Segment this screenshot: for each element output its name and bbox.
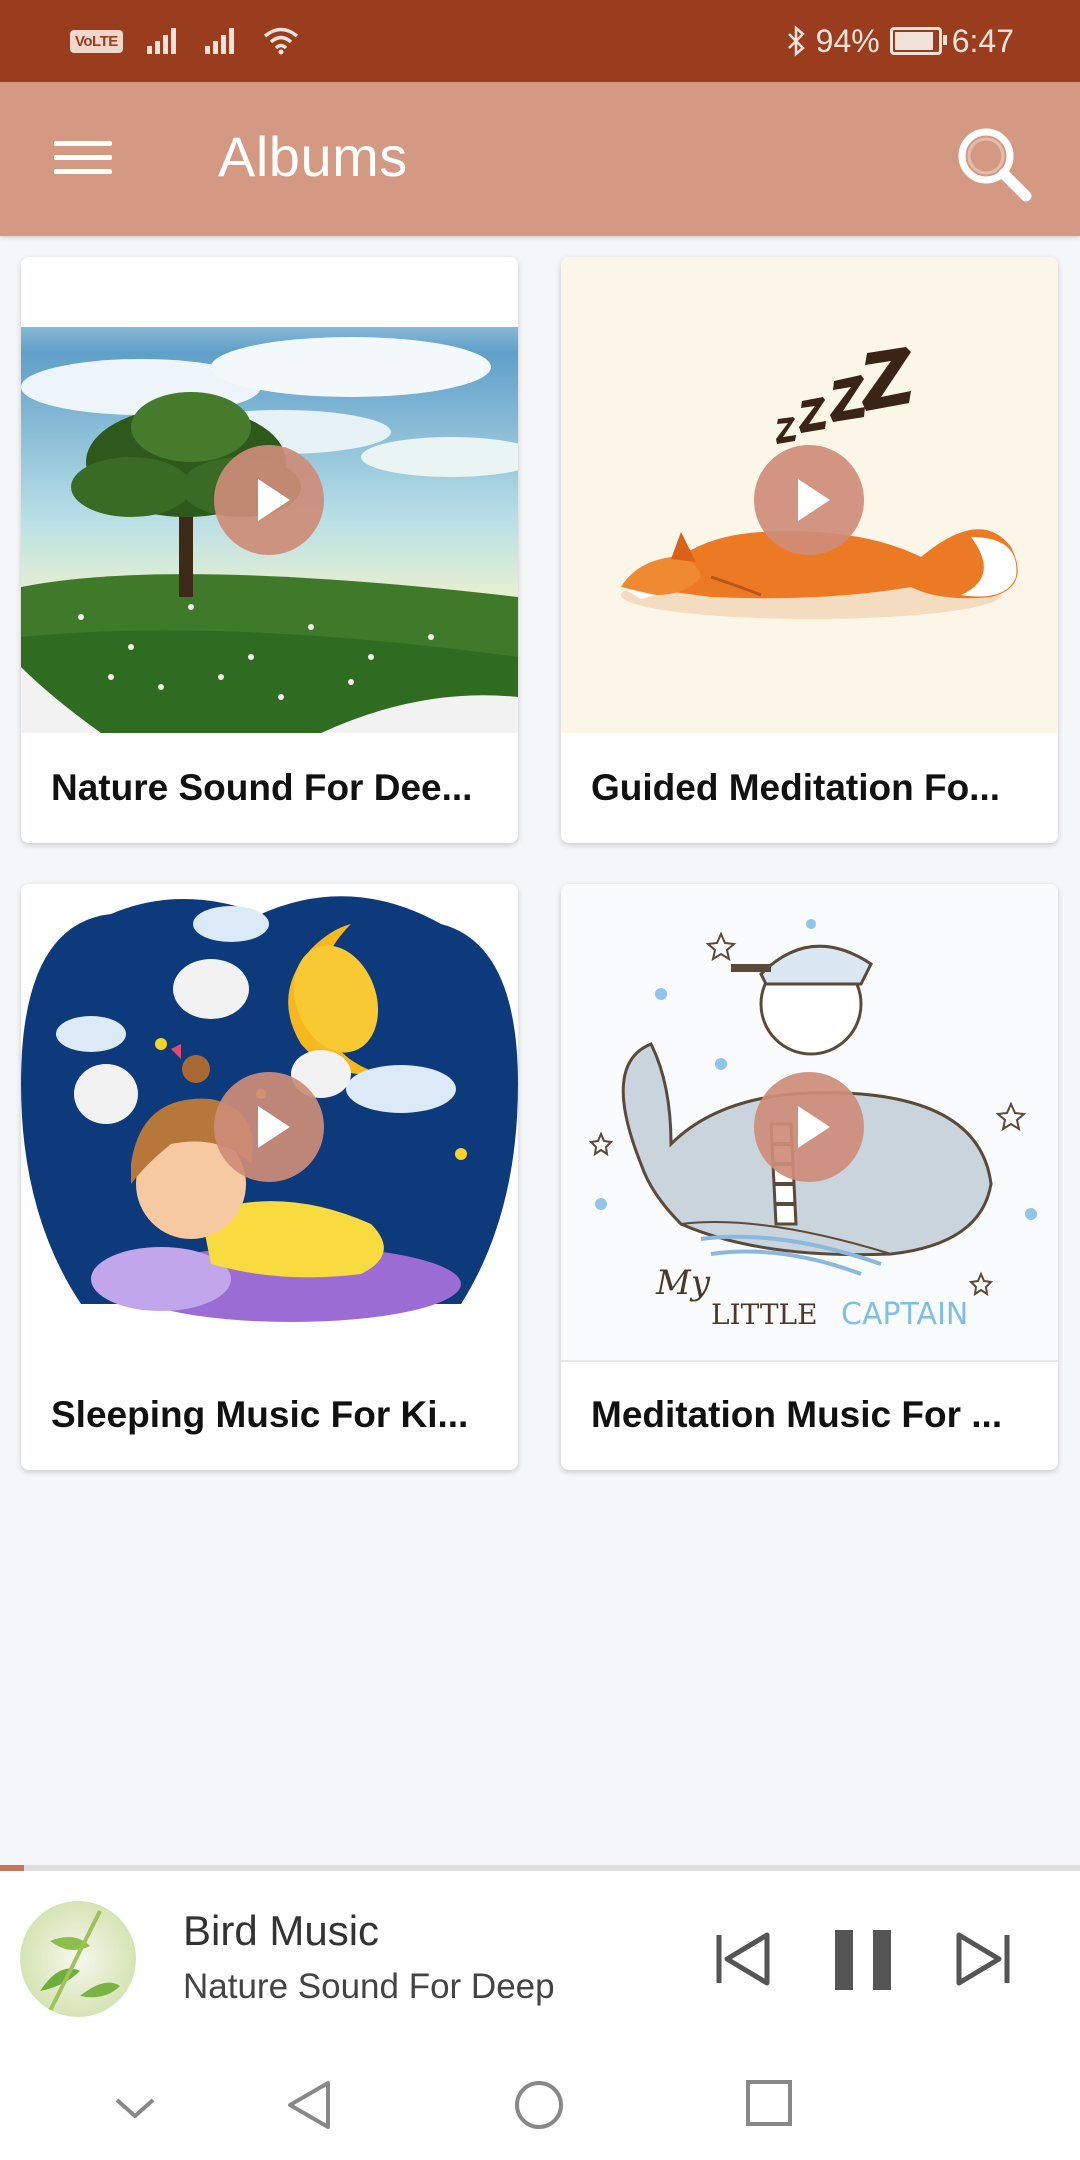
battery-percent: 94% (815, 22, 880, 59)
play-icon[interactable] (214, 445, 324, 555)
pause-icon[interactable] (832, 1929, 894, 1991)
back-icon[interactable] (284, 2079, 334, 2131)
play-icon[interactable] (754, 445, 864, 555)
now-playing-title: Bird Music (183, 1907, 380, 1954)
album-title: Nature Sound For Dee... (51, 767, 473, 808)
signal-icon-2 (204, 28, 234, 54)
play-icon[interactable] (214, 1072, 324, 1182)
album-title: Meditation Music For ... (591, 1394, 1003, 1435)
recents-icon[interactable] (745, 2079, 793, 2127)
album-card[interactable]: Guided Meditation Fo... (561, 257, 1058, 843)
page-title: Albums (218, 125, 408, 188)
album-thumbnail (20, 1901, 136, 2017)
skip-previous-icon[interactable] (713, 1929, 773, 1989)
status-bar: VoLTE 94% 6:47 (0, 0, 1080, 82)
system-nav-bar (0, 2041, 1080, 2160)
volte-badge: VoLTE (70, 29, 123, 53)
album-card[interactable]: My LITTLE CAPTAIN Meditation Music For .… (561, 884, 1058, 1470)
bluetooth-icon (787, 25, 805, 57)
album-card[interactable]: Nature Sound For Dee... (21, 257, 518, 843)
play-icon[interactable] (754, 1072, 864, 1182)
battery-icon (889, 27, 947, 55)
hamburger-menu-icon[interactable] (54, 137, 112, 179)
chevron-down-icon[interactable] (113, 2096, 157, 2122)
status-left: VoLTE (70, 27, 299, 55)
home-icon[interactable] (513, 2079, 565, 2131)
album-card[interactable]: Sleeping Music For Ki... (21, 884, 518, 1470)
status-right: 94% 6:47 (786, 23, 1014, 60)
mini-player[interactable]: Bird Music Nature Sound For Deep (0, 1871, 1080, 2041)
art-caption-my: My (655, 1263, 711, 1303)
search-icon[interactable] (954, 124, 1034, 204)
now-playing-album: Nature Sound For Deep (183, 1967, 555, 2006)
clock: 6:47 (951, 22, 1014, 59)
art-caption-little: LITTLE (711, 1298, 818, 1331)
wifi-icon (263, 27, 298, 55)
album-title: Sleeping Music For Ki... (51, 1394, 469, 1435)
album-title: Guided Meditation Fo... (591, 767, 1001, 808)
signal-icon (146, 28, 176, 54)
app-bar: Albums (0, 82, 1080, 236)
art-caption-captain: CAPTAIN (841, 1297, 968, 1332)
skip-next-icon[interactable] (953, 1929, 1013, 1989)
